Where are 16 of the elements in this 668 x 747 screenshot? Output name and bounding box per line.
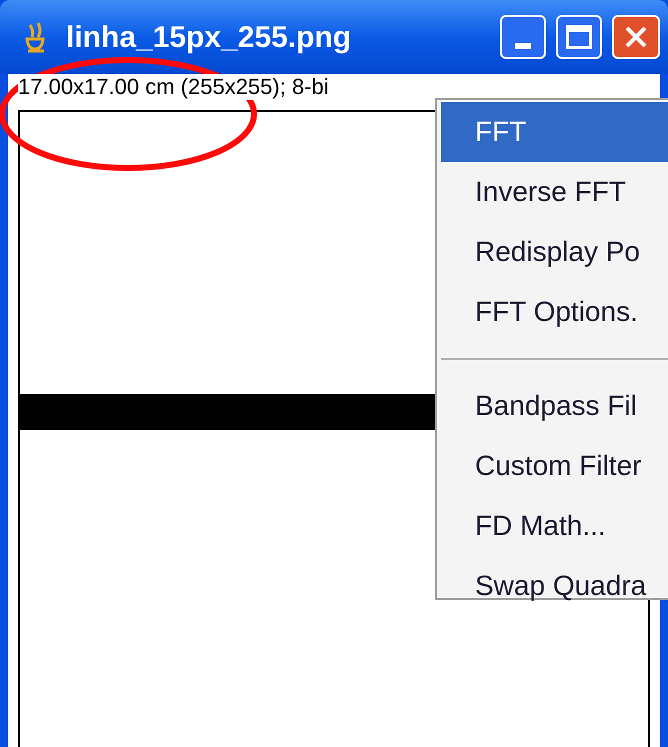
image-info: 17.00x17.00 cm (255x255); 8-bi	[18, 74, 329, 100]
minimize-button[interactable]	[500, 15, 546, 59]
minimize-icon	[515, 43, 531, 49]
maximize-button[interactable]	[556, 15, 602, 59]
menu-item[interactable]: Custom Filter	[441, 436, 668, 496]
menu-item[interactable]: Bandpass Fil	[441, 376, 668, 436]
maximize-icon	[566, 25, 592, 49]
menu-item[interactable]: FD Math...	[441, 496, 668, 556]
menu-item[interactable]: Swap Quadra	[441, 556, 668, 616]
window-title: linha_15px_255.png	[66, 20, 352, 56]
menu-item[interactable]: FFT Options.	[441, 282, 668, 342]
close-icon	[624, 25, 648, 49]
close-button[interactable]	[612, 15, 660, 59]
menu-item[interactable]: Redisplay Po	[441, 222, 668, 282]
menu-item[interactable]: Inverse FFT	[441, 162, 668, 222]
menu-item[interactable]: FFT	[441, 102, 668, 162]
